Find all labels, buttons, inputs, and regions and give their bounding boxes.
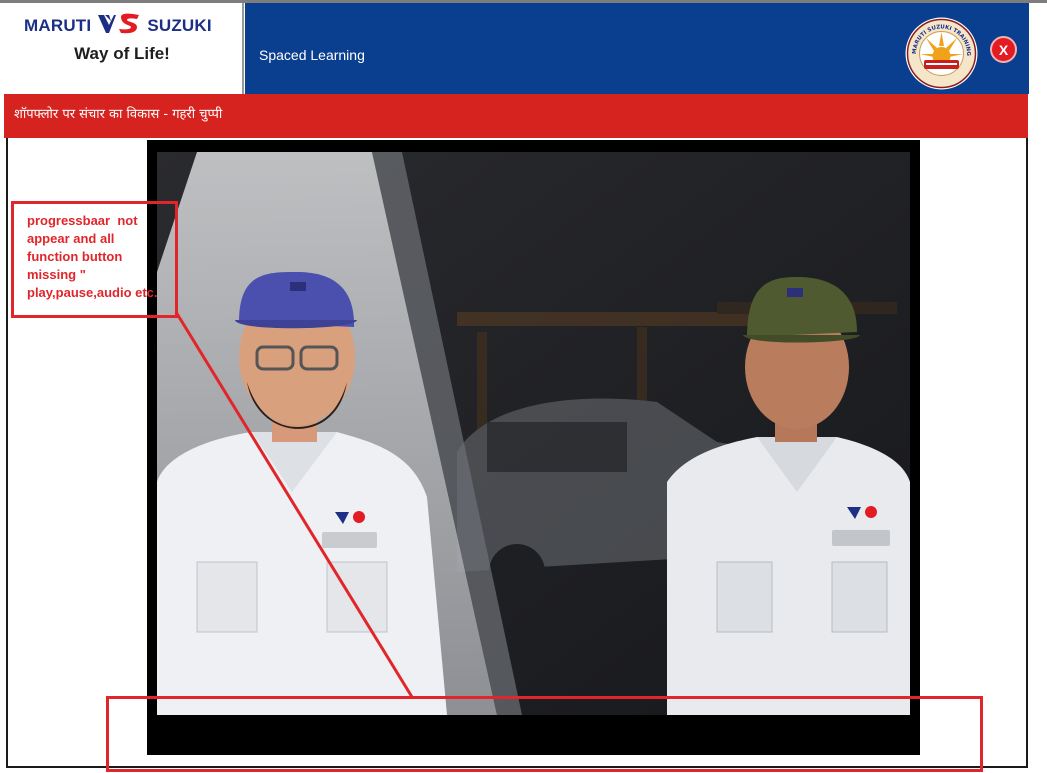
brand-left-word: MARUTI bbox=[24, 16, 92, 35]
training-academy-emblem-icon: MARUTI SUZUKI TRAINING ACADEMY bbox=[901, 12, 979, 91]
brand-logo-area: MARUTI SUZUKI Way of Life! bbox=[0, 3, 244, 94]
missing-controls-highlight bbox=[106, 696, 983, 772]
animated-two-technicians-scene bbox=[157, 152, 910, 715]
brand-tagline: Way of Life! bbox=[74, 44, 170, 63]
annotation-callout: progressbaar not appear and all function… bbox=[11, 201, 178, 318]
brand-right-word: SUZUKI bbox=[147, 16, 212, 35]
close-button[interactable]: X bbox=[990, 36, 1017, 63]
module-title: शॉपफ्लोर पर संचार का विकास - गहरी चुप्पी bbox=[14, 107, 223, 122]
video-player[interactable] bbox=[147, 140, 920, 755]
module-title-bar: शॉपफ्लोर पर संचार का विकास - गहरी चुप्पी bbox=[4, 94, 1028, 138]
annotation-text: progressbaar not appear and all function… bbox=[27, 213, 158, 300]
maruti-suzuki-logo-icon bbox=[97, 13, 141, 39]
brand-logo: MARUTI SUZUKI bbox=[24, 13, 212, 39]
header-edge bbox=[1029, 3, 1047, 94]
app-title: Spaced Learning bbox=[259, 47, 365, 63]
app-header: Spaced Learning MARUTI SUZUKI TRAINING A… bbox=[245, 3, 1029, 94]
